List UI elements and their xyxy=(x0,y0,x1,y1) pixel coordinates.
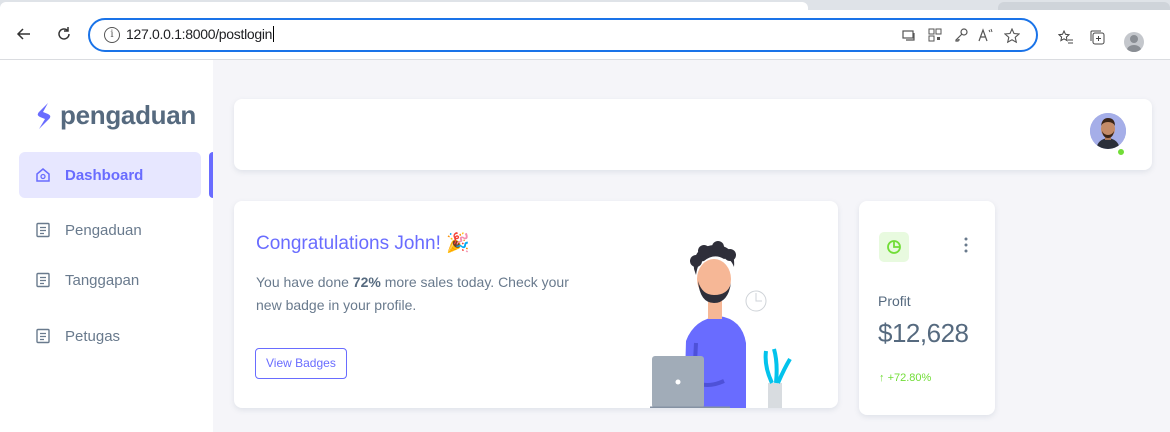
sidebar-item-label: Petugas xyxy=(65,327,121,345)
browser-tab[interactable] xyxy=(998,2,1170,10)
browser-tab-active[interactable] xyxy=(0,2,808,10)
welcome-card: Congratulations John! 🎉 You have done 72… xyxy=(234,201,838,408)
brand[interactable]: pengaduan xyxy=(36,100,196,131)
qr-code-icon[interactable] xyxy=(928,28,942,42)
profit-card: Profit $12,628 ↑ +72.80% xyxy=(859,201,995,415)
active-indicator xyxy=(209,152,213,198)
top-navbar xyxy=(234,99,1152,170)
key-icon[interactable] xyxy=(954,28,968,42)
brand-logo-icon xyxy=(37,102,51,129)
sidebar-item-label: Tanggapan xyxy=(65,271,140,289)
welcome-title: Congratulations John! 🎉 xyxy=(256,233,470,254)
sidebar-item-dashboard[interactable]: Dashboard xyxy=(19,152,201,198)
sidebar: pengaduan Dashboard Pengaduan Tanggapan … xyxy=(0,60,213,432)
sidebar-item-pengaduan[interactable]: Pengaduan xyxy=(19,207,201,253)
man-with-laptop-illustration xyxy=(650,241,792,408)
favorite-star-icon[interactable] xyxy=(1004,28,1020,44)
welcome-text-highlight: 72% xyxy=(352,274,381,290)
sidebar-item-label: Dashboard xyxy=(65,166,144,184)
brand-name: pengaduan xyxy=(60,100,196,130)
back-icon[interactable] xyxy=(12,22,36,46)
user-avatar[interactable] xyxy=(1090,113,1126,149)
more-options-icon[interactable] xyxy=(963,235,969,255)
document-icon xyxy=(35,328,51,344)
home-icon xyxy=(35,167,51,183)
arrow-up-icon: ↑ xyxy=(879,372,885,384)
address-bar[interactable]: i 127.0.0.1:8000/postlogin xyxy=(88,18,1038,52)
profit-value: $12,628 xyxy=(878,318,969,348)
pie-chart-icon xyxy=(879,232,909,262)
profit-change-value: +72.80% xyxy=(887,372,932,384)
url-text[interactable]: 127.0.0.1:8000/postlogin xyxy=(126,26,274,42)
favorites-icon[interactable] xyxy=(1058,30,1074,46)
sidebar-item-tanggapan[interactable]: Tanggapan xyxy=(19,257,201,303)
welcome-text-part: You have done xyxy=(256,274,353,290)
app-available-icon[interactable] xyxy=(902,28,916,42)
profit-label: Profit xyxy=(878,293,911,309)
document-icon xyxy=(35,272,51,288)
browser-toolbar: i 127.0.0.1:8000/postlogin xyxy=(0,10,1170,60)
profit-change: ↑ +72.80% xyxy=(879,372,931,384)
profile-icon[interactable] xyxy=(1124,32,1144,52)
online-status-dot xyxy=(1116,147,1126,157)
read-aloud-icon[interactable] xyxy=(978,28,994,42)
refresh-icon[interactable] xyxy=(52,22,76,46)
collections-icon[interactable] xyxy=(1090,30,1106,46)
sidebar-item-label: Pengaduan xyxy=(65,221,142,239)
sidebar-item-petugas[interactable]: Petugas xyxy=(19,313,201,359)
tab-strip xyxy=(0,0,1170,10)
site-info-icon[interactable]: i xyxy=(104,27,120,43)
welcome-text: You have done 72% more sales today. Chec… xyxy=(256,271,576,317)
document-icon xyxy=(35,222,51,238)
view-badges-button[interactable]: View Badges xyxy=(255,348,347,379)
